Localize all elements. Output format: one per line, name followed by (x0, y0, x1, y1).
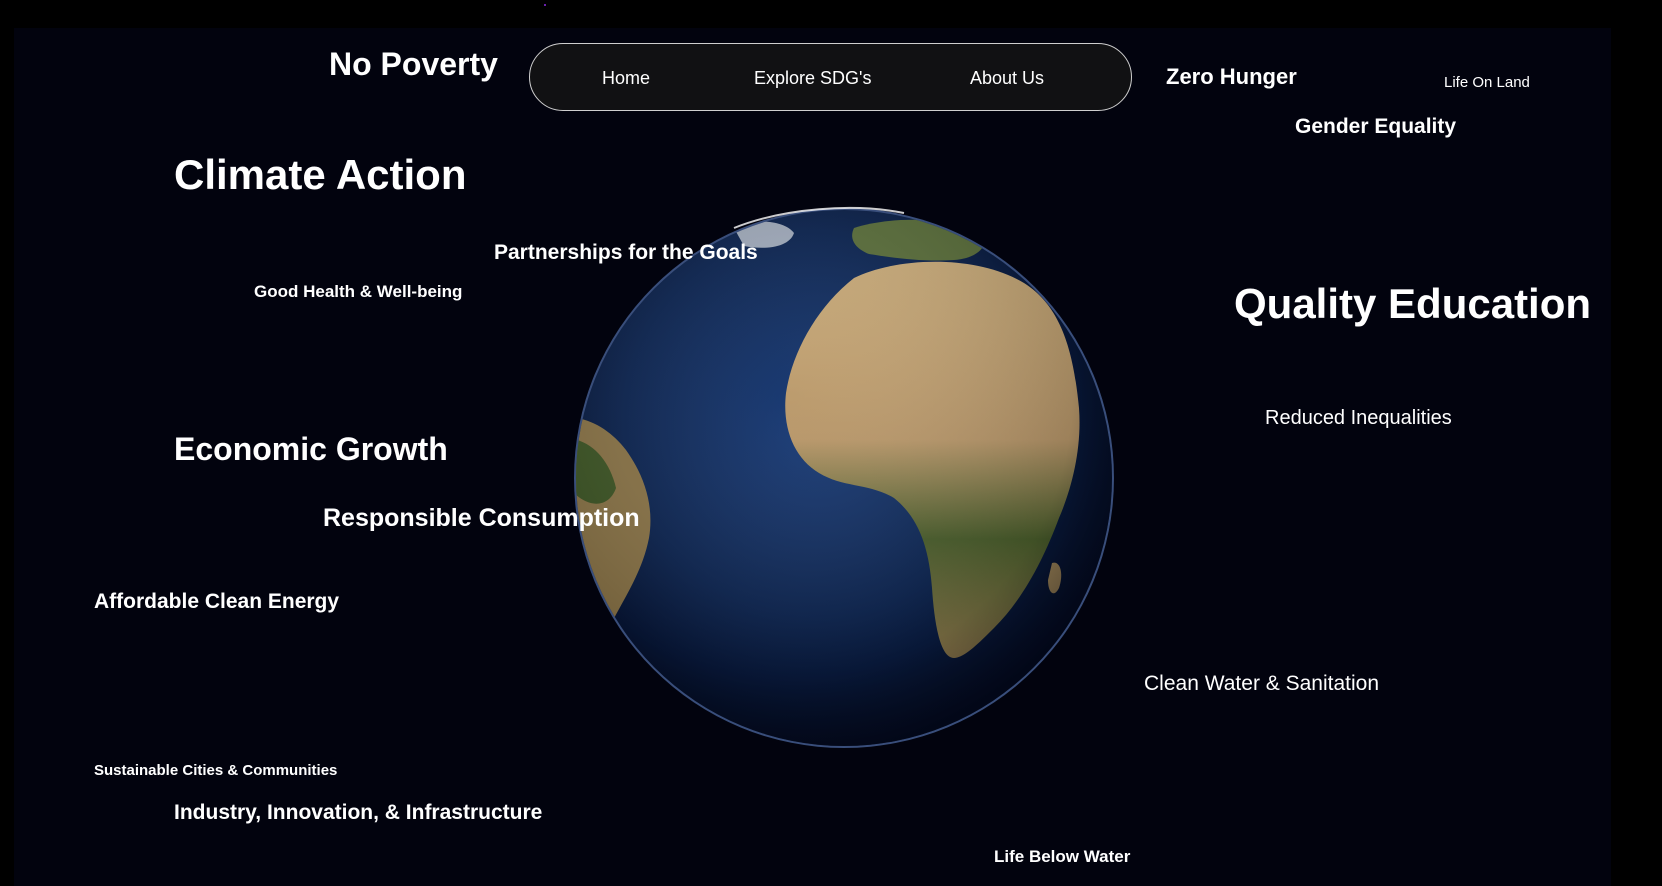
nav-home-link[interactable]: Home (602, 68, 650, 89)
earth-globe[interactable] (554, 188, 1134, 768)
cursor-dot (544, 4, 546, 6)
goal-reduced-inequalities[interactable]: Reduced Inequalities (1265, 408, 1452, 428)
goal-quality-education[interactable]: Quality Education (1234, 283, 1591, 325)
goal-affordable-clean-energy[interactable]: Affordable Clean Energy (94, 591, 339, 612)
goal-climate-action[interactable]: Climate Action (174, 154, 466, 196)
nav-explore-sdgs-link[interactable]: Explore SDG's (754, 68, 871, 89)
goal-responsible-consumption[interactable]: Responsible Consumption (323, 506, 640, 531)
earth-globe-icon (574, 207, 1114, 748)
goal-life-on-land[interactable]: Life On Land (1444, 75, 1530, 90)
goal-life-below-water[interactable]: Life Below Water (994, 848, 1130, 865)
goal-sustainable-cities[interactable]: Sustainable Cities & Communities (94, 763, 337, 778)
goal-partnerships[interactable]: Partnerships for the Goals (494, 242, 758, 263)
top-navigation: Home Explore SDG's About Us (529, 43, 1132, 111)
sdg-stage: Home Explore SDG's About Us No Poverty Z… (14, 28, 1611, 886)
goal-industry-innovation[interactable]: Industry, Innovation, & Infrastructure (174, 802, 542, 823)
goal-gender-equality[interactable]: Gender Equality (1295, 116, 1456, 137)
goal-zero-hunger[interactable]: Zero Hunger (1166, 66, 1297, 88)
goal-economic-growth[interactable]: Economic Growth (174, 433, 448, 465)
goal-good-health[interactable]: Good Health & Well-being (254, 283, 462, 300)
nav-about-us-link[interactable]: About Us (970, 68, 1044, 89)
goal-no-poverty[interactable]: No Poverty (329, 48, 498, 80)
goal-clean-water[interactable]: Clean Water & Sanitation (1144, 673, 1379, 694)
